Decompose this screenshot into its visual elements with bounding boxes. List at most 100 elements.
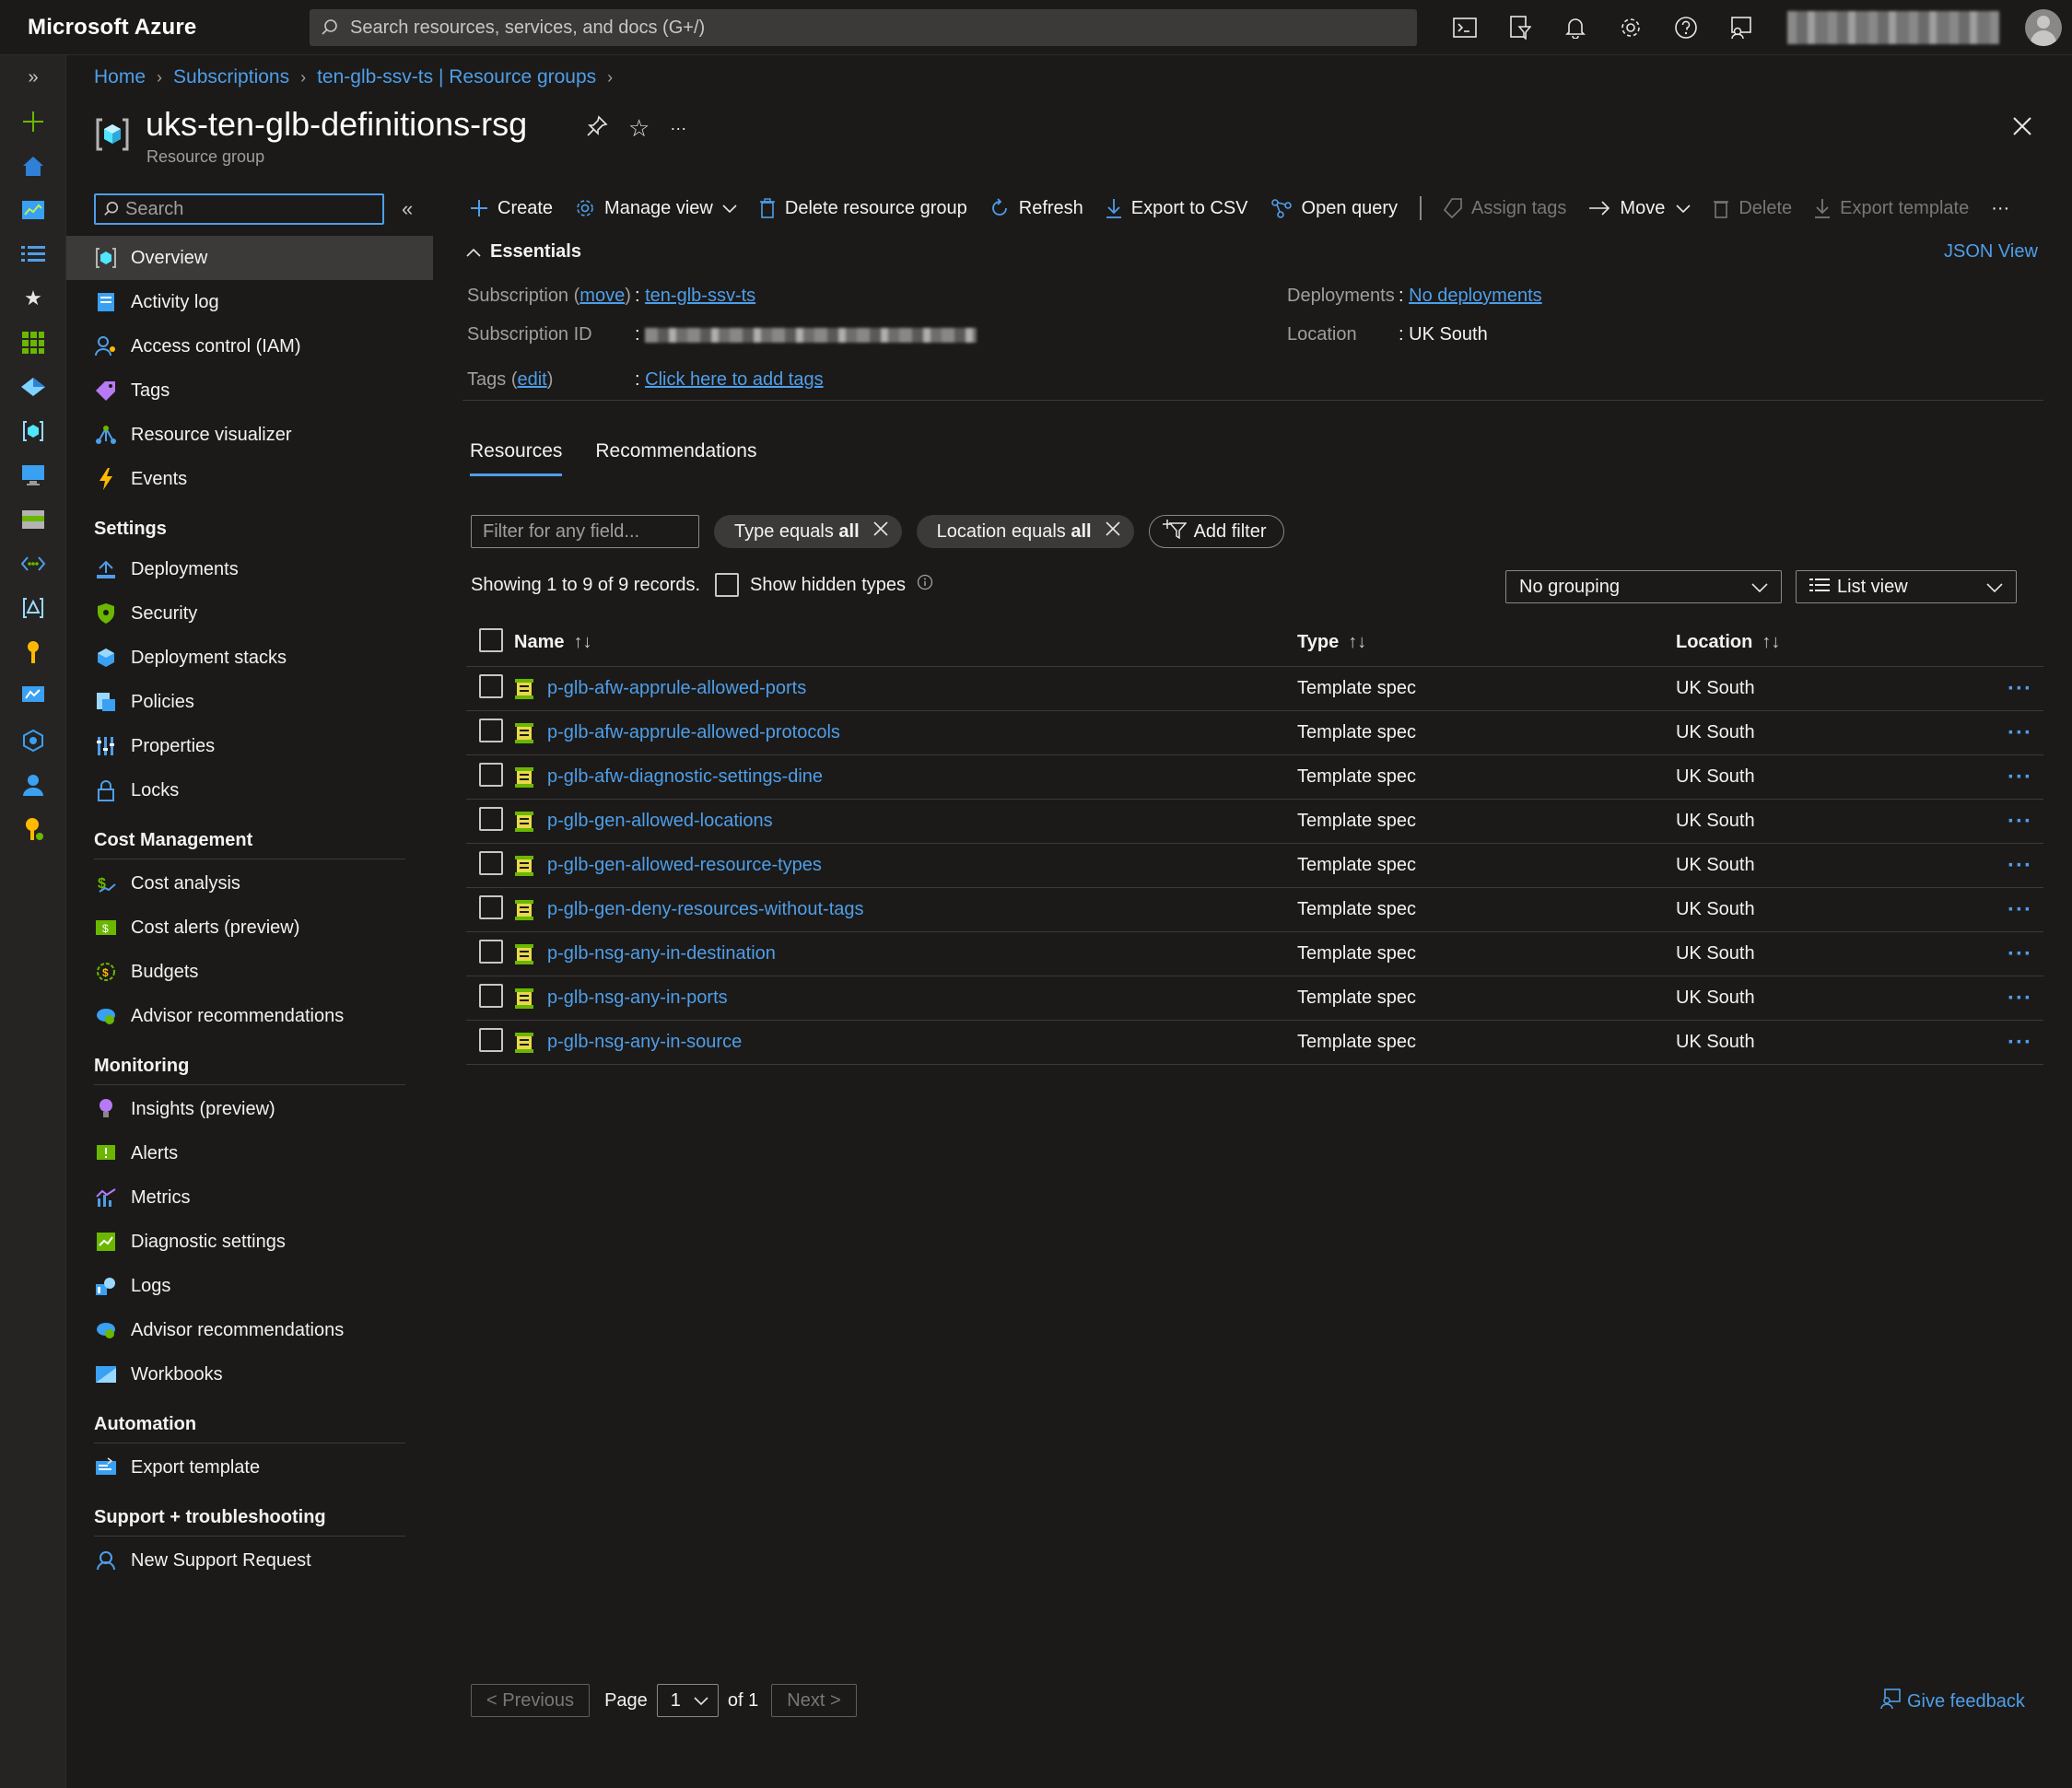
manage-view-button[interactable]: Manage view xyxy=(575,198,737,219)
collapse-menu-icon[interactable]: « xyxy=(402,197,413,221)
deployments-link[interactable]: No deployments xyxy=(1409,286,1542,306)
delete-resource-group-button[interactable]: Delete resource group xyxy=(759,198,967,219)
row-checkbox[interactable] xyxy=(479,762,503,787)
resource-name-link[interactable]: p-glb-nsg-any-in-destination xyxy=(547,943,776,964)
account-name-redacted[interactable] xyxy=(1787,11,1999,44)
create-button[interactable]: Create xyxy=(470,198,553,219)
close-icon[interactable] xyxy=(872,520,889,543)
menu-item-deployments[interactable]: Deployments xyxy=(66,547,433,591)
row-checkbox[interactable] xyxy=(479,983,503,1008)
row-more-actions-icon[interactable]: ··· xyxy=(2008,897,2043,923)
row-checkbox[interactable] xyxy=(479,673,503,698)
key-icon[interactable] xyxy=(0,630,66,674)
resource-name-link[interactable]: p-glb-nsg-any-in-ports xyxy=(547,987,728,1009)
open-query-button[interactable]: Open query xyxy=(1270,198,1398,219)
give-feedback-link[interactable]: Give feedback xyxy=(1879,1688,2025,1715)
all-resources-icon[interactable] xyxy=(0,321,66,365)
help-icon[interactable] xyxy=(1658,0,1714,55)
monitor-icon[interactable] xyxy=(0,674,66,719)
menu-item-iam[interactable]: Access control (IAM) xyxy=(66,324,433,368)
location-filter-pill[interactable]: Location equals all xyxy=(916,515,1134,548)
row-more-actions-icon[interactable]: ··· xyxy=(2008,809,2043,835)
menu-item-tags[interactable]: Tags xyxy=(66,368,433,413)
resource-name-link[interactable]: p-glb-afw-diagnostic-settings-dine xyxy=(547,766,823,788)
add-tags-link[interactable]: Click here to add tags xyxy=(645,369,823,390)
menu-item-new-support-request[interactable]: New Support Request xyxy=(66,1538,433,1583)
header-type[interactable]: Type ↑↓ xyxy=(1297,632,1676,653)
essentials-toggle[interactable]: Essentials xyxy=(466,241,581,263)
next-page-button[interactable]: Next > xyxy=(771,1684,857,1717)
tab-resources[interactable]: Resources xyxy=(470,440,563,476)
export-csv-button[interactable]: Export to CSV xyxy=(1106,198,1248,219)
menu-item-properties[interactable]: Properties xyxy=(66,724,433,768)
row-checkbox[interactable] xyxy=(479,850,503,875)
header-name[interactable]: Name ↑↓ xyxy=(514,632,1297,653)
menu-item-overview[interactable]: Overview xyxy=(66,236,433,280)
header-location[interactable]: Location ↑↓ xyxy=(1676,632,2008,653)
page-select[interactable]: 1 xyxy=(656,1684,719,1717)
menu-item-logs[interactable]: Logs xyxy=(66,1264,433,1308)
menu-item-diagnostic-settings[interactable]: Diagnostic settings xyxy=(66,1220,433,1264)
close-icon[interactable] xyxy=(1105,520,1121,543)
subscription-link[interactable]: ten-glb-ssv-ts xyxy=(645,286,755,306)
avatar[interactable] xyxy=(2025,9,2062,46)
resource-name-link[interactable]: p-glb-gen-allowed-locations xyxy=(547,811,773,832)
row-checkbox[interactable] xyxy=(479,1027,503,1052)
all-services-icon[interactable] xyxy=(0,232,66,276)
row-more-actions-icon[interactable]: ··· xyxy=(2008,720,2043,746)
show-hidden-types[interactable]: Show hidden types xyxy=(715,573,933,597)
cost-management-icon[interactable] xyxy=(0,807,66,851)
breadcrumb-subscriptions[interactable]: Subscriptions xyxy=(173,66,289,88)
row-checkbox[interactable] xyxy=(479,939,503,964)
virtual-machines-icon[interactable] xyxy=(0,453,66,497)
menu-item-metrics[interactable]: Metrics xyxy=(66,1175,433,1220)
menu-item-workbooks[interactable]: Workbooks xyxy=(66,1352,433,1397)
resource-name-link[interactable]: p-glb-gen-allowed-resource-types xyxy=(547,855,822,876)
cloud-shell-icon[interactable] xyxy=(1437,0,1493,55)
virtual-networks-icon[interactable] xyxy=(0,542,66,586)
row-more-actions-icon[interactable]: ··· xyxy=(2008,676,2043,702)
show-hidden-checkbox[interactable] xyxy=(715,573,739,597)
assign-tags-button[interactable]: Assign tags xyxy=(1444,198,1566,219)
feedback-icon[interactable] xyxy=(1714,0,1769,55)
json-view-link[interactable]: JSON View xyxy=(1944,241,2038,263)
menu-item-alerts[interactable]: Alerts xyxy=(66,1131,433,1175)
view-dropdown[interactable]: List view xyxy=(1796,570,2017,603)
resource-groups-icon[interactable] xyxy=(0,409,66,453)
menu-item-advisor-monitoring[interactable]: Advisor recommendations xyxy=(66,1308,433,1352)
row-checkbox[interactable] xyxy=(479,718,503,742)
resource-name-link[interactable]: p-glb-nsg-any-in-source xyxy=(547,1032,742,1053)
more-commands-button[interactable]: ··· xyxy=(1991,198,2009,219)
row-more-actions-icon[interactable]: ··· xyxy=(2008,765,2043,790)
aks-icon[interactable] xyxy=(0,365,66,409)
menu-item-policies[interactable]: Policies xyxy=(66,680,433,724)
menu-item-advisor-cost[interactable]: Advisor recommendations xyxy=(66,994,433,1038)
close-icon[interactable] xyxy=(2008,112,2036,140)
home-icon[interactable] xyxy=(0,144,66,188)
menu-item-security[interactable]: Security xyxy=(66,591,433,636)
create-resource-icon[interactable] xyxy=(0,99,66,144)
menu-search-box[interactable] xyxy=(94,193,384,225)
move-button[interactable]: Move xyxy=(1588,198,1691,219)
resource-name-link[interactable]: p-glb-afw-apprule-allowed-ports xyxy=(547,678,806,699)
menu-item-insights[interactable]: Insights (preview) xyxy=(66,1087,433,1131)
directory-filter-icon[interactable] xyxy=(1493,0,1548,55)
delete-button[interactable]: Delete xyxy=(1713,198,1792,219)
security-center-icon[interactable] xyxy=(0,719,66,763)
menu-item-activity-log[interactable]: Activity log xyxy=(66,280,433,324)
pin-icon[interactable] xyxy=(586,114,608,143)
menu-item-budgets[interactable]: $ Budgets xyxy=(66,950,433,994)
user-icon[interactable] xyxy=(0,763,66,807)
bell-icon[interactable] xyxy=(1548,0,1603,55)
row-more-actions-icon[interactable]: ··· xyxy=(2008,986,2043,1011)
breadcrumb-home[interactable]: Home xyxy=(94,66,146,88)
gear-icon[interactable] xyxy=(1603,0,1658,55)
favorites-star-icon[interactable]: ★ xyxy=(0,276,66,321)
type-filter-pill[interactable]: Type equals all xyxy=(714,515,902,548)
row-checkbox[interactable] xyxy=(479,806,503,831)
menu-item-export-template[interactable]: Export template xyxy=(66,1445,433,1490)
expand-rail-icon[interactable]: » xyxy=(0,55,66,99)
row-checkbox[interactable] xyxy=(479,894,503,919)
tab-recommendations[interactable]: Recommendations xyxy=(595,440,756,476)
more-actions-icon[interactable]: ··· xyxy=(670,119,686,138)
